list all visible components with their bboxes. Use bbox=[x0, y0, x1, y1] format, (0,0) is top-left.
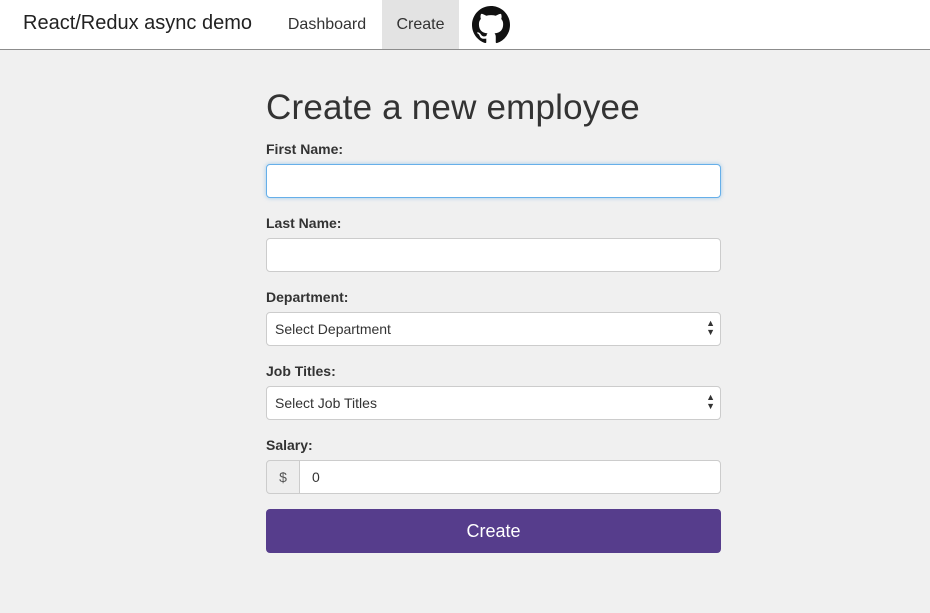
last-name-input[interactable] bbox=[266, 238, 721, 272]
create-button[interactable]: Create bbox=[266, 509, 721, 553]
page-title: Create a new employee bbox=[266, 88, 640, 127]
first-name-input[interactable] bbox=[266, 164, 721, 198]
salary-input[interactable]: 0 bbox=[299, 460, 721, 494]
job-titles-selected-value: Select Job Titles bbox=[275, 395, 377, 411]
create-employee-form: Create a new employee First Name: Last N… bbox=[266, 85, 721, 553]
currency-addon: $ bbox=[266, 460, 300, 494]
job-titles-select[interactable]: Select Job Titles ▲ ▼ bbox=[266, 386, 721, 420]
job-titles-label: Job Titles: bbox=[266, 363, 336, 379]
brand-link[interactable]: React/Redux async demo bbox=[23, 12, 252, 35]
github-icon[interactable] bbox=[472, 6, 510, 44]
department-label: Department: bbox=[266, 289, 349, 305]
select-arrows-icon: ▲ ▼ bbox=[706, 318, 715, 337]
nav-dashboard[interactable]: Dashboard bbox=[274, 0, 380, 49]
top-navbar: React/Redux async demo Dashboard Create bbox=[0, 0, 930, 50]
department-select[interactable]: Select Department ▲ ▼ bbox=[266, 312, 721, 346]
last-name-label: Last Name: bbox=[266, 215, 342, 231]
first-name-label: First Name: bbox=[266, 141, 344, 157]
select-arrows-icon: ▲ ▼ bbox=[706, 392, 715, 411]
department-selected-value: Select Department bbox=[275, 321, 391, 337]
nav-create[interactable]: Create bbox=[382, 0, 459, 49]
salary-label: Salary: bbox=[266, 437, 313, 453]
